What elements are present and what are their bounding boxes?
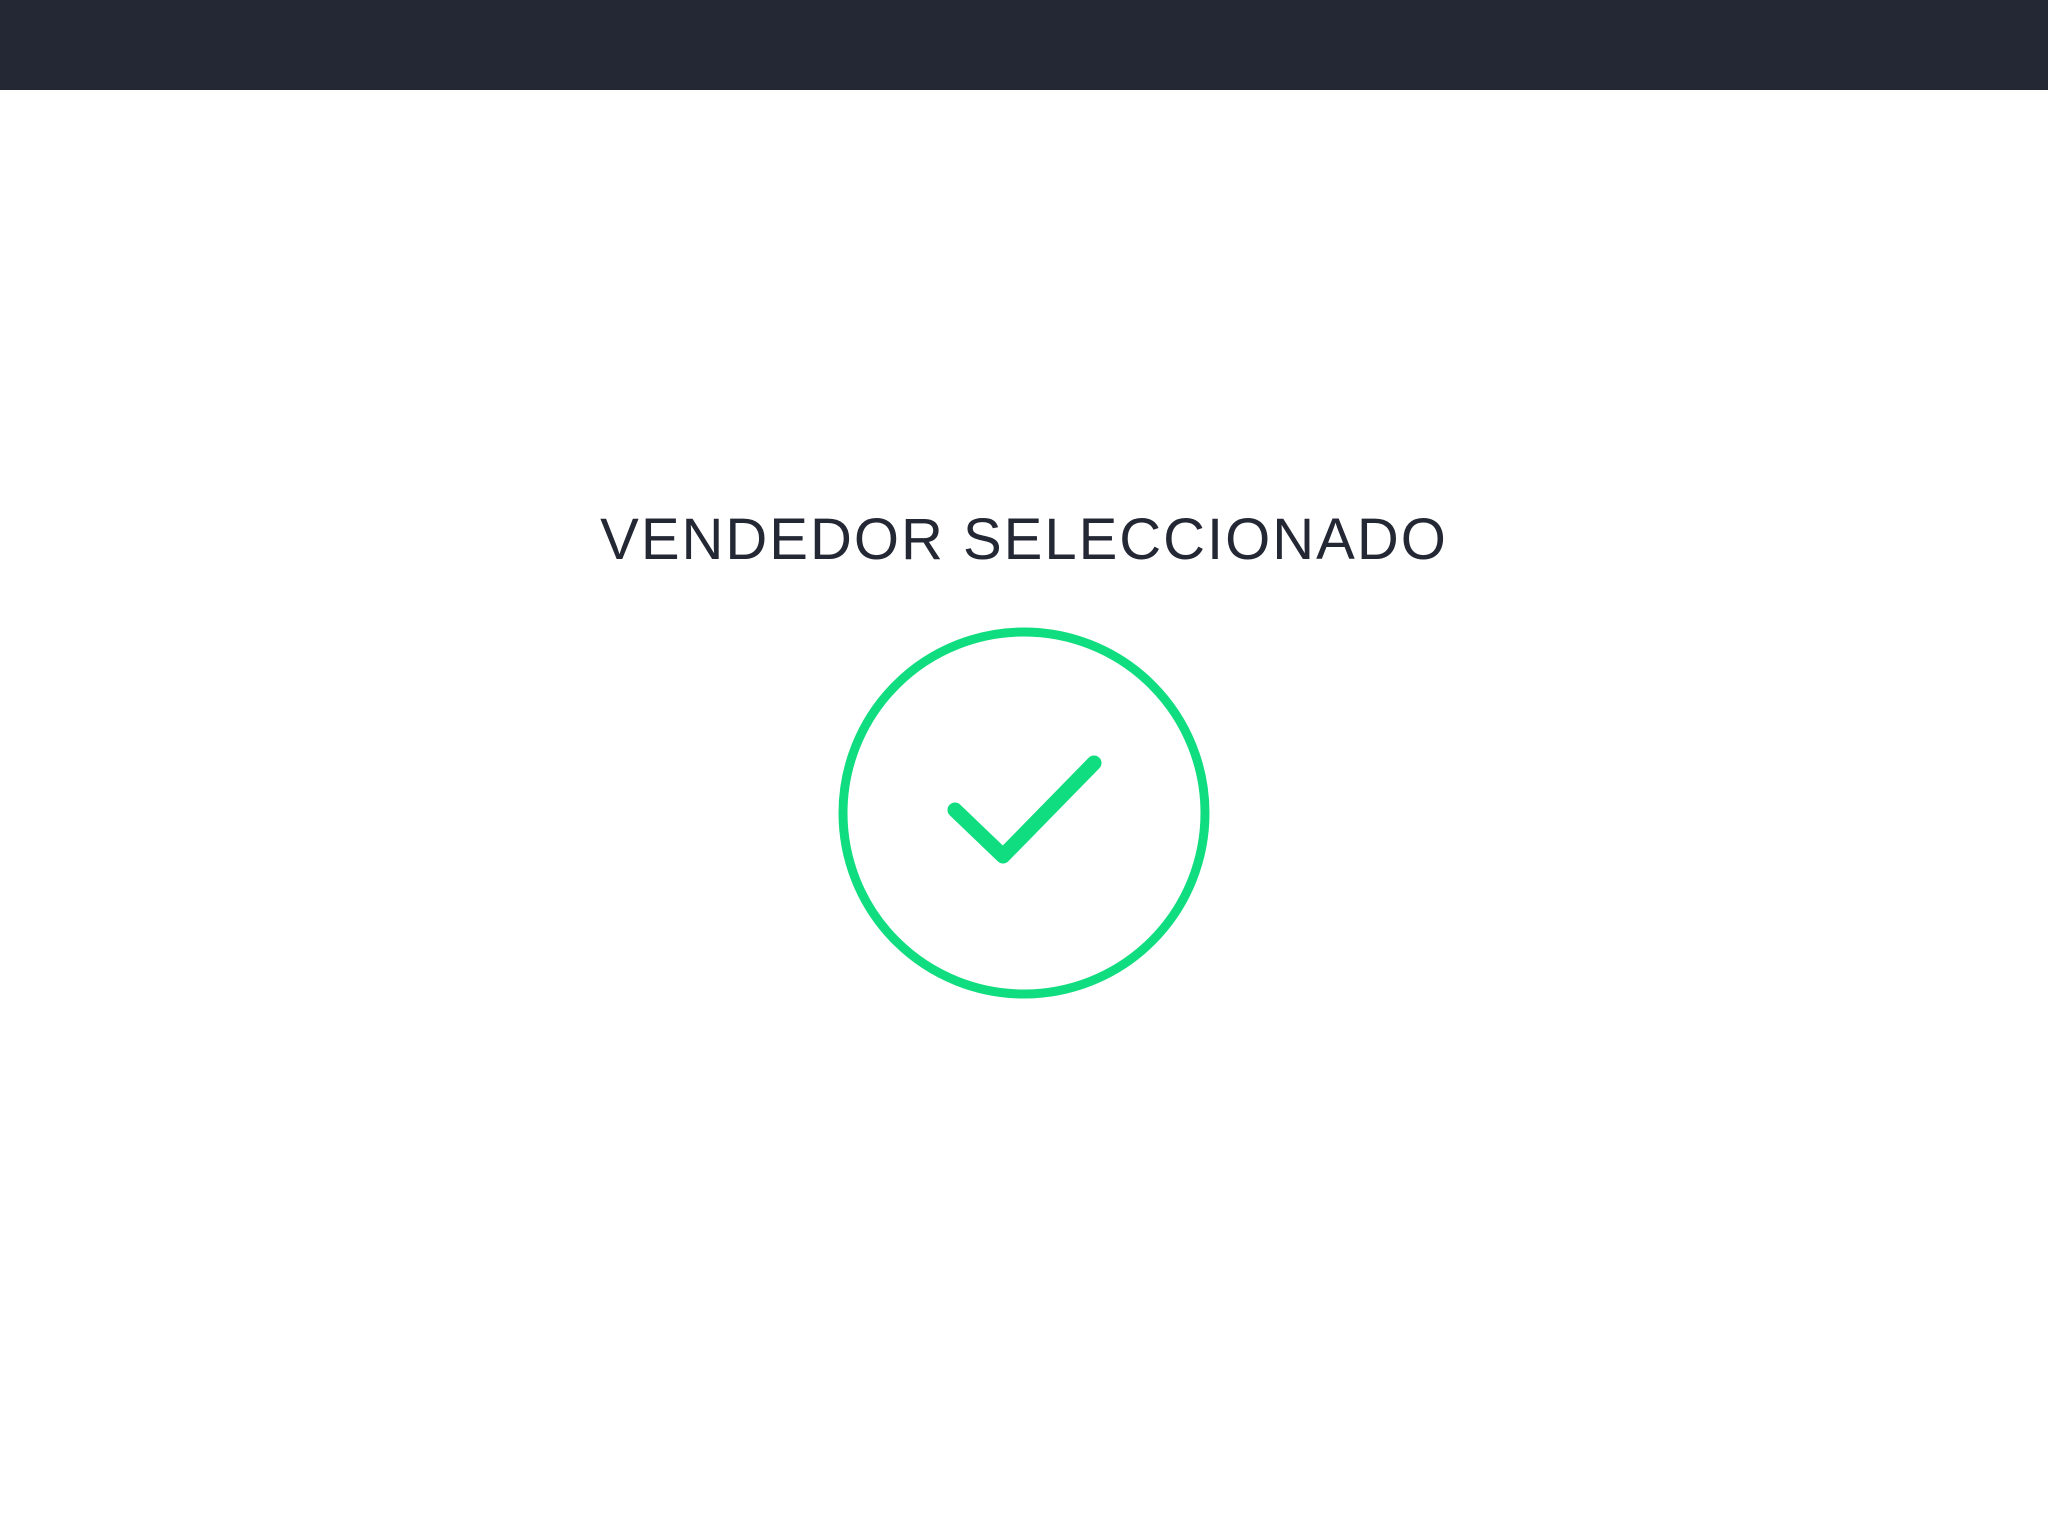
check-circle-icon <box>838 627 1210 999</box>
top-bar <box>0 0 2048 90</box>
success-circle <box>838 627 1210 999</box>
checkmark-icon <box>947 755 1102 864</box>
confirmation-title: VENDEDOR SELECCIONADO <box>600 507 1448 572</box>
